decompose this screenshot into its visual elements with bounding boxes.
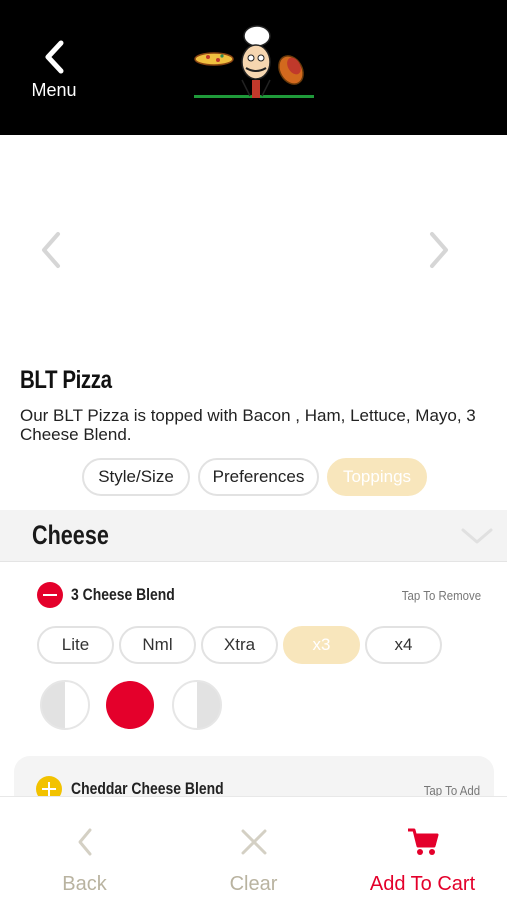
tab-style-size[interactable]: Style/Size <box>82 458 190 496</box>
amount-x4-button[interactable]: x4 <box>365 626 442 664</box>
back-label: Back <box>62 873 107 895</box>
cart-icon <box>407 828 438 855</box>
topping-row-3-cheese-blend[interactable]: 3 Cheese Blend Tap To Remove <box>0 572 507 616</box>
amount-x3-button[interactable]: x3 <box>283 626 360 664</box>
clear-label: Clear <box>229 873 278 895</box>
chevron-left-icon <box>78 828 91 856</box>
amount-normal-button[interactable]: Nml <box>119 626 196 664</box>
placement-options <box>0 680 507 732</box>
product-image-carousel <box>0 135 507 360</box>
product-description: Our BLT Pizza is topped with Bacon , Ham… <box>20 406 476 444</box>
left-half-icon[interactable] <box>40 680 90 730</box>
tab-preferences[interactable]: Preferences <box>198 458 319 496</box>
chevron-down-icon <box>461 528 493 544</box>
amount-extra-button[interactable]: Xtra <box>201 626 278 664</box>
back-to-menu-button[interactable]: Menu <box>24 40 84 106</box>
chevron-left-icon <box>45 40 64 74</box>
right-half-icon[interactable] <box>172 680 222 730</box>
section-title: Cheese <box>32 520 109 550</box>
option-tabs: Style/Size Preferences Toppings <box>0 458 507 498</box>
remove-minus-icon[interactable] <box>37 582 63 608</box>
add-to-cart-label: Add To Cart <box>369 873 476 895</box>
bottom-action-bar: Back Clear Add To Cart <box>0 796 507 900</box>
tap-to-remove-hint: Tap To Remove <box>401 588 481 603</box>
chevron-left-icon[interactable] <box>36 230 64 270</box>
amount-lite-button[interactable]: Lite <box>37 626 114 664</box>
tab-toppings[interactable]: Toppings <box>327 458 427 496</box>
back-button[interactable]: Back <box>0 797 169 900</box>
chef-logo <box>190 22 318 110</box>
product-title: BLT Pizza <box>20 366 112 394</box>
add-to-cart-button[interactable]: Add To Cart <box>338 797 507 900</box>
top-header: Menu <box>0 0 507 135</box>
menu-label: Menu <box>31 80 77 100</box>
topping-name: 3 Cheese Blend <box>71 585 175 604</box>
clear-button[interactable]: Clear <box>169 797 338 900</box>
whole-pizza-icon[interactable] <box>106 681 154 729</box>
cheese-section-header[interactable]: Cheese <box>0 510 507 562</box>
close-icon <box>241 829 266 855</box>
chevron-right-icon[interactable] <box>426 230 454 270</box>
amount-options: Lite Nml Xtra x3 x4 <box>0 626 507 666</box>
